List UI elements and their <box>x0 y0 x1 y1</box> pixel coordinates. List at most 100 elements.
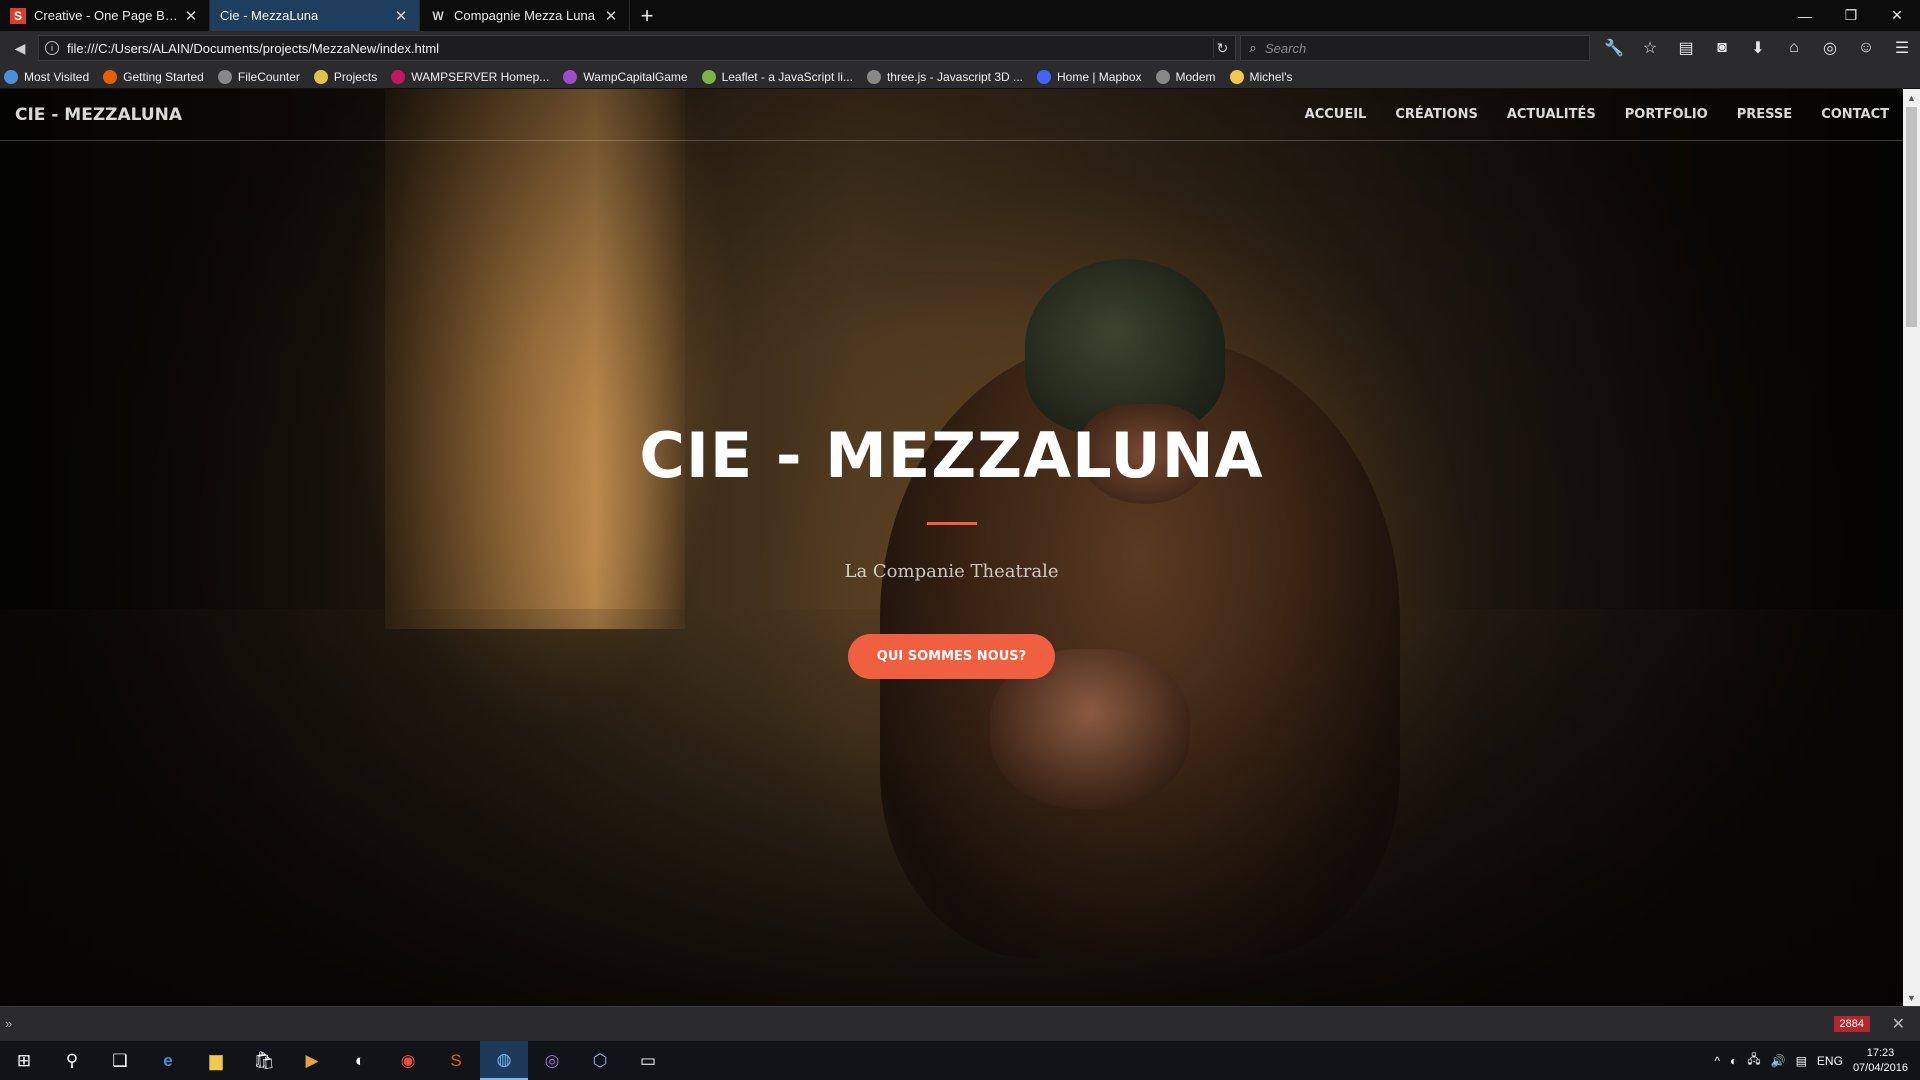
expand-icon[interactable]: » <box>5 1016 12 1031</box>
sublime-favicon-icon: S <box>10 7 26 24</box>
bookmark-item[interactable]: Most Visited <box>0 69 90 84</box>
minimize-icon[interactable]: — <box>1782 0 1828 31</box>
start-icon[interactable]: ⊞ <box>0 1041 48 1080</box>
bookmark-item[interactable]: Leaflet - a JavaScript li... <box>698 69 853 84</box>
file-explorer-icon[interactable]: ▆ <box>192 1041 240 1080</box>
bookmark-item[interactable]: Michel's <box>1226 69 1292 84</box>
firefox-icon[interactable]: ◍ <box>480 1041 528 1080</box>
bookmark-item[interactable]: FileCounter <box>214 69 300 84</box>
menu-item-presse[interactable]: PRESSE <box>1737 107 1792 122</box>
tray-chevron-icon[interactable]: ^ <box>1714 1054 1720 1068</box>
bookmark-label: Most Visited <box>24 69 90 84</box>
bookmark-icon <box>217 69 232 84</box>
tab-compagnie[interactable]: W Compagnie Mezza Luna ✕ <box>420 0 630 31</box>
menu-item-portfolio[interactable]: PORTFOLIO <box>1625 107 1708 122</box>
notification-icon[interactable]: ▤ <box>1796 1054 1807 1068</box>
bookmark-item[interactable]: WAMPSERVER Homep... <box>387 69 549 84</box>
system-tray: ^ ◐ 🖧 🔊 ▤ ENG 17:23 07/04/2016 <box>1714 1041 1920 1080</box>
volume-icon[interactable]: 🔊 <box>1771 1054 1786 1068</box>
steam-icon[interactable]: ◐ <box>336 1041 384 1080</box>
terminal-icon[interactable]: ▭ <box>624 1041 672 1080</box>
site-menu: ACCUEIL CRÉATIONS ACTUALITÉS PORTFOLIO P… <box>1276 107 1889 122</box>
page-scrollbar[interactable]: ▲ ▼ <box>1903 89 1920 1006</box>
home-icon[interactable]: ⌂ <box>1776 34 1812 62</box>
clock-time: 17:23 <box>1866 1046 1895 1059</box>
bookmark-label: three.js - Javascript 3D ... <box>886 69 1023 84</box>
reload-icon[interactable]: ↻ <box>1213 39 1231 57</box>
developer-strip: » 2884 ✕ <box>0 1006 1920 1041</box>
windows-taskbar: ⊞ ⚲ ❏ e ▆ 🛍 ▶ ◐ ◉ S ◍ ◎ ⬡ ▭ ^ ◐ 🖧 🔊 ▤ EN… <box>0 1041 1920 1080</box>
bookmark-icon <box>313 69 328 84</box>
store-icon[interactable]: 🛍 <box>240 1041 288 1080</box>
page-favicon-icon: W <box>432 8 444 23</box>
bookmark-item[interactable]: Modem <box>1152 69 1216 84</box>
tab-label: Cie - MezzaLuna <box>220 8 319 23</box>
bookmark-icon <box>1155 69 1170 84</box>
bookmark-label: Getting Started <box>123 69 204 84</box>
chat-icon[interactable]: ☺ <box>1848 34 1884 62</box>
bookmark-icon <box>563 69 578 84</box>
bookmark-icon <box>391 69 406 84</box>
hero-title: CIE - MEZZALUNA <box>639 419 1264 492</box>
count-badge: 2884 <box>1833 1016 1870 1032</box>
media-player-icon[interactable]: ▶ <box>288 1041 336 1080</box>
package-icon[interactable]: ⬡ <box>576 1041 624 1080</box>
site-navbar: CIE - MEZZALUNA ACCUEIL CRÉATIONS ACTUAL… <box>0 89 1903 141</box>
browser-toolbar: ◀ i file:///C:/Users/ALAIN/Documents/pro… <box>0 31 1920 65</box>
bookmark-item[interactable]: Home | Mapbox <box>1033 69 1142 84</box>
tab-label: Creative - One Page Boots... <box>34 8 183 23</box>
tab-label: Compagnie Mezza Luna <box>454 8 595 23</box>
close-icon[interactable]: ✕ <box>1892 1014 1905 1034</box>
reading-list-icon[interactable]: ▤ <box>1668 34 1704 62</box>
restore-icon[interactable]: ❐ <box>1828 0 1874 31</box>
bookmark-item[interactable]: three.js - Javascript 3D ... <box>863 69 1023 84</box>
network-icon[interactable]: 🖧 <box>1747 1050 1760 1071</box>
back-button[interactable]: ◀ <box>6 34 34 62</box>
toolbar-icons: 🔧 ☆ ▤ ◙ ⬇ ⌂ ◎ ☺ ☰ <box>1596 34 1920 62</box>
wrench-icon[interactable]: 🔧 <box>1596 34 1632 62</box>
task-view-icon[interactable]: ❏ <box>96 1041 144 1080</box>
menu-item-creations[interactable]: CRÉATIONS <box>1395 107 1477 122</box>
bookmark-item[interactable]: Projects <box>310 69 377 84</box>
clock[interactable]: 17:23 07/04/2016 <box>1853 1046 1908 1076</box>
edge-icon[interactable]: e <box>144 1041 192 1080</box>
url-text[interactable]: file:///C:/Users/ALAIN/Documents/project… <box>67 41 439 56</box>
pocket-icon[interactable]: ◙ <box>1704 34 1740 62</box>
close-window-icon[interactable]: ✕ <box>1874 0 1920 31</box>
menu-item-contact[interactable]: CONTACT <box>1821 107 1889 122</box>
scroll-down-icon[interactable]: ▼ <box>1903 989 1920 1006</box>
bookmark-item[interactable]: WampCapitalGame <box>559 69 688 84</box>
menu-item-actualites[interactable]: ACTUALITÉS <box>1507 107 1596 122</box>
sync-icon[interactable]: ◎ <box>1812 34 1848 62</box>
search-icon: ⌕ <box>1249 40 1257 55</box>
clock-date: 07/04/2016 <box>1852 1061 1908 1074</box>
sublime-icon[interactable]: S <box>432 1041 480 1080</box>
about-us-button[interactable]: QUI SOMMES NOUS? <box>847 634 1056 679</box>
new-tab-button[interactable]: + <box>630 0 664 31</box>
info-icon[interactable]: i <box>45 41 59 55</box>
close-icon[interactable]: ✕ <box>393 7 409 25</box>
bookmark-item[interactable]: Getting Started <box>99 69 204 84</box>
search-icon[interactable]: ⚲ <box>48 1041 96 1080</box>
language-indicator[interactable]: ENG <box>1817 1054 1843 1068</box>
close-icon[interactable]: ✕ <box>183 7 199 25</box>
hero-content: CIE - MEZZALUNA La Companie Theatrale QU… <box>0 419 1903 679</box>
download-icon[interactable]: ⬇ <box>1740 34 1776 62</box>
url-bar[interactable]: i file:///C:/Users/ALAIN/Documents/proje… <box>38 35 1236 61</box>
menu-icon[interactable]: ☰ <box>1884 34 1920 62</box>
search-input[interactable] <box>1265 40 1565 56</box>
search-bar[interactable]: ⌕ <box>1240 35 1590 61</box>
chrome-icon[interactable]: ◉ <box>384 1041 432 1080</box>
scroll-up-icon[interactable]: ▲ <box>1903 89 1920 106</box>
tab-creative[interactable]: S Creative - One Page Boots... ✕ <box>0 0 210 31</box>
menu-item-accueil[interactable]: ACCUEIL <box>1305 107 1367 122</box>
scrollbar-thumb[interactable] <box>1906 107 1917 327</box>
steam-tray-icon[interactable]: ◐ <box>1730 1054 1737 1068</box>
bookmark-label: Home | Mapbox <box>1057 69 1142 84</box>
close-icon[interactable]: ✕ <box>603 7 619 25</box>
site-brand[interactable]: CIE - MEZZALUNA <box>15 105 182 125</box>
bookmark-icon <box>103 69 118 84</box>
vs-icon[interactable]: ◎ <box>528 1041 576 1080</box>
tab-mezzaluna[interactable]: Cie - MezzaLuna ✕ <box>210 0 420 31</box>
star-icon[interactable]: ☆ <box>1632 34 1668 62</box>
